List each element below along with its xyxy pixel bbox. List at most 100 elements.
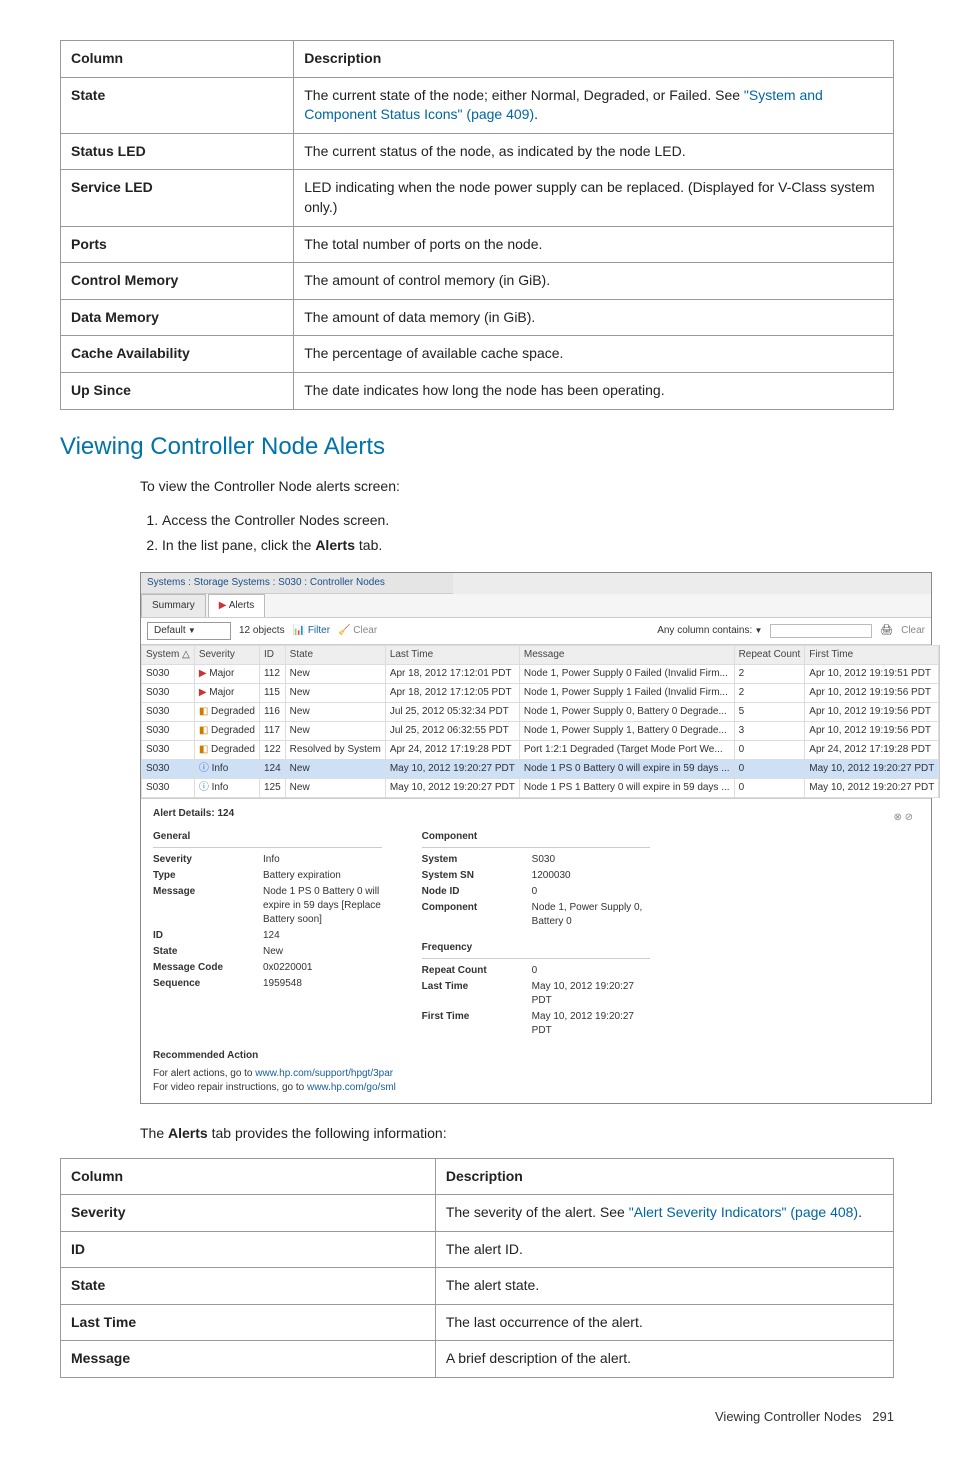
table-cell-column: State — [61, 77, 294, 133]
grid-row[interactable]: S030▶ Major115NewApr 18, 2012 17:12:05 P… — [142, 683, 939, 702]
grid-cell: Apr 10, 2012 19:19:56 PDT — [805, 683, 939, 702]
grid-cell: May 10, 2012 19:20:27 PDT — [385, 759, 519, 778]
table-row: StateThe current state of the node; eith… — [61, 77, 894, 133]
detail-row: Repeat Count0 — [422, 963, 651, 979]
detail-value: New — [263, 945, 382, 959]
table-cell-description: A brief description of the alert. — [435, 1341, 893, 1378]
grid-row[interactable]: S030ⓘ Info125NewMay 10, 2012 19:20:27 PD… — [142, 778, 939, 797]
grid-cell: 125 — [259, 778, 285, 797]
grid-cell: May 10, 2012 19:20:27 PDT — [385, 778, 519, 797]
table-cell-column: Cache Availability — [61, 336, 294, 373]
tab-alerts[interactable]: ▶ Alerts — [208, 594, 265, 617]
grid-header[interactable]: State — [285, 645, 385, 664]
external-link[interactable]: www.hp.com/support/hpgt/3par — [255, 1068, 393, 1079]
table-row: StateThe alert state. — [61, 1268, 894, 1305]
table-cell-description: The last occurrence of the alert. — [435, 1304, 893, 1341]
detail-key: State — [153, 945, 263, 959]
grid-cell: Apr 10, 2012 19:19:56 PDT — [805, 702, 939, 721]
grid-cell: Port 1:2:1 Degraded (Target Mode Port We… — [519, 740, 734, 759]
detail-value: 0 — [532, 964, 651, 978]
print-icon[interactable]: 🖨 — [880, 624, 893, 638]
clear-button[interactable]: 🧹 Clear — [338, 624, 377, 638]
doc-link[interactable]: "Alert Severity Indicators" (page 408) — [629, 1204, 858, 1220]
detail-row: SeverityInfo — [153, 852, 382, 868]
grid-cell: Apr 24, 2012 17:19:28 PDT — [385, 740, 519, 759]
detail-row: ComponentNode 1, Power Supply 0, Battery… — [422, 900, 651, 930]
table-row: IDThe alert ID. — [61, 1231, 894, 1268]
grid-cell: 2 — [734, 683, 805, 702]
page-footer: Viewing Controller Nodes 291 — [60, 1408, 894, 1426]
grid-row[interactable]: S030▶ Major112NewApr 18, 2012 17:12:01 P… — [142, 664, 939, 683]
grid-row[interactable]: S030◧ Degraded116NewJul 25, 2012 05:32:3… — [142, 702, 939, 721]
detail-row: MessageNode 1 PS 0 Battery 0 will expire… — [153, 884, 382, 928]
detail-value: Node 1 PS 0 Battery 0 will expire in 59 … — [263, 885, 382, 927]
grid-cell: ⓘ Info — [194, 778, 259, 797]
th-column: Column — [61, 1158, 436, 1195]
grid-cell: S030 — [142, 778, 195, 797]
filter-column-label[interactable]: Any column contains: — [657, 624, 762, 638]
section-heading: Viewing Controller Node Alerts — [60, 430, 894, 464]
table-row: Status LEDThe current status of the node… — [61, 133, 894, 170]
table-cell-column: Ports — [61, 226, 294, 263]
scrollbar[interactable] — [939, 645, 940, 798]
tab-summary[interactable]: Summary — [141, 594, 206, 617]
grid-cell: S030 — [142, 702, 195, 721]
grid-cell: ◧ Degraded — [194, 702, 259, 721]
detail-key: Sequence — [153, 977, 263, 991]
filter-input[interactable] — [770, 624, 872, 638]
detail-row: System SN1200030 — [422, 868, 651, 884]
detail-value: Node 1, Power Supply 0, Battery 0 — [532, 901, 651, 929]
detail-value: May 10, 2012 19:20:27 PDT — [532, 1010, 651, 1038]
object-count: 12 objects — [239, 624, 285, 638]
view-select[interactable]: Default — [147, 622, 231, 640]
grid-cell: 0 — [734, 759, 805, 778]
table-cell-column: State — [61, 1268, 436, 1305]
detail-value: Battery expiration — [263, 869, 382, 883]
recommended-action-line: For alert actions, go to www.hp.com/supp… — [153, 1067, 919, 1081]
grid-header[interactable]: First Time — [805, 645, 939, 664]
grid-header[interactable]: ID — [259, 645, 285, 664]
filter-button[interactable]: 📊 Filter — [293, 624, 330, 638]
alert-details-panel: Alert Details: 124 ⊗ ⊘ General SeverityI… — [141, 798, 931, 1103]
grid-header[interactable]: Repeat Count — [734, 645, 805, 664]
grid-header[interactable]: Message — [519, 645, 734, 664]
frequency-heading: Frequency — [422, 938, 651, 959]
detail-key: Last Time — [422, 980, 532, 1008]
recommended-action-heading: Recommended Action — [153, 1049, 919, 1063]
detail-row: SystemS030 — [422, 852, 651, 868]
grid-header[interactable]: System △ — [142, 645, 195, 664]
grid-cell: S030 — [142, 759, 195, 778]
detail-row: Node ID0 — [422, 884, 651, 900]
th-description: Description — [294, 41, 894, 78]
detail-key: ID — [153, 929, 263, 943]
grid-header[interactable]: Severity — [194, 645, 259, 664]
grid-cell: S030 — [142, 683, 195, 702]
grid-row[interactable]: S030ⓘ Info124NewMay 10, 2012 19:20:27 PD… — [142, 759, 939, 778]
grid-row[interactable]: S030◧ Degraded122Resolved by SystemApr 2… — [142, 740, 939, 759]
doc-link[interactable]: "System and Component Status Icons" (pag… — [304, 87, 823, 123]
clear-filter-button[interactable]: Clear — [901, 624, 925, 638]
grid-row[interactable]: S030◧ Degraded117NewJul 25, 2012 06:32:5… — [142, 721, 939, 740]
grid-cell: ◧ Degraded — [194, 740, 259, 759]
table-cell-description: The alert state. — [435, 1268, 893, 1305]
detail-key: Severity — [153, 853, 263, 867]
detail-key: System SN — [422, 869, 532, 883]
table-cell-description: The severity of the alert. See "Alert Se… — [435, 1195, 893, 1232]
external-link[interactable]: www.hp.com/go/sml — [307, 1082, 396, 1093]
panel-controls[interactable]: ⊗ ⊘ — [893, 809, 919, 825]
grid-cell: Node 1, Power Supply 1, Battery 0 Degrad… — [519, 721, 734, 740]
grid-cell: S030 — [142, 664, 195, 683]
detail-value: May 10, 2012 19:20:27 PDT — [532, 980, 651, 1008]
table-cell-column: Service LED — [61, 170, 294, 226]
detail-value: 1959548 — [263, 977, 382, 991]
detail-row: ID124 — [153, 928, 382, 944]
table-row: Service LEDLED indicating when the node … — [61, 170, 894, 226]
grid-cell: 124 — [259, 759, 285, 778]
intro-text: To view the Controller Node alerts scree… — [140, 477, 894, 497]
table-row: Data MemoryThe amount of data memory (in… — [61, 299, 894, 336]
grid-cell: Node 1, Power Supply 0 Failed (Invalid F… — [519, 664, 734, 683]
alerts-grid: System △SeverityIDStateLast TimeMessageR… — [141, 645, 939, 798]
detail-row: First TimeMay 10, 2012 19:20:27 PDT — [422, 1009, 651, 1039]
grid-header[interactable]: Last Time — [385, 645, 519, 664]
grid-cell: New — [285, 721, 385, 740]
